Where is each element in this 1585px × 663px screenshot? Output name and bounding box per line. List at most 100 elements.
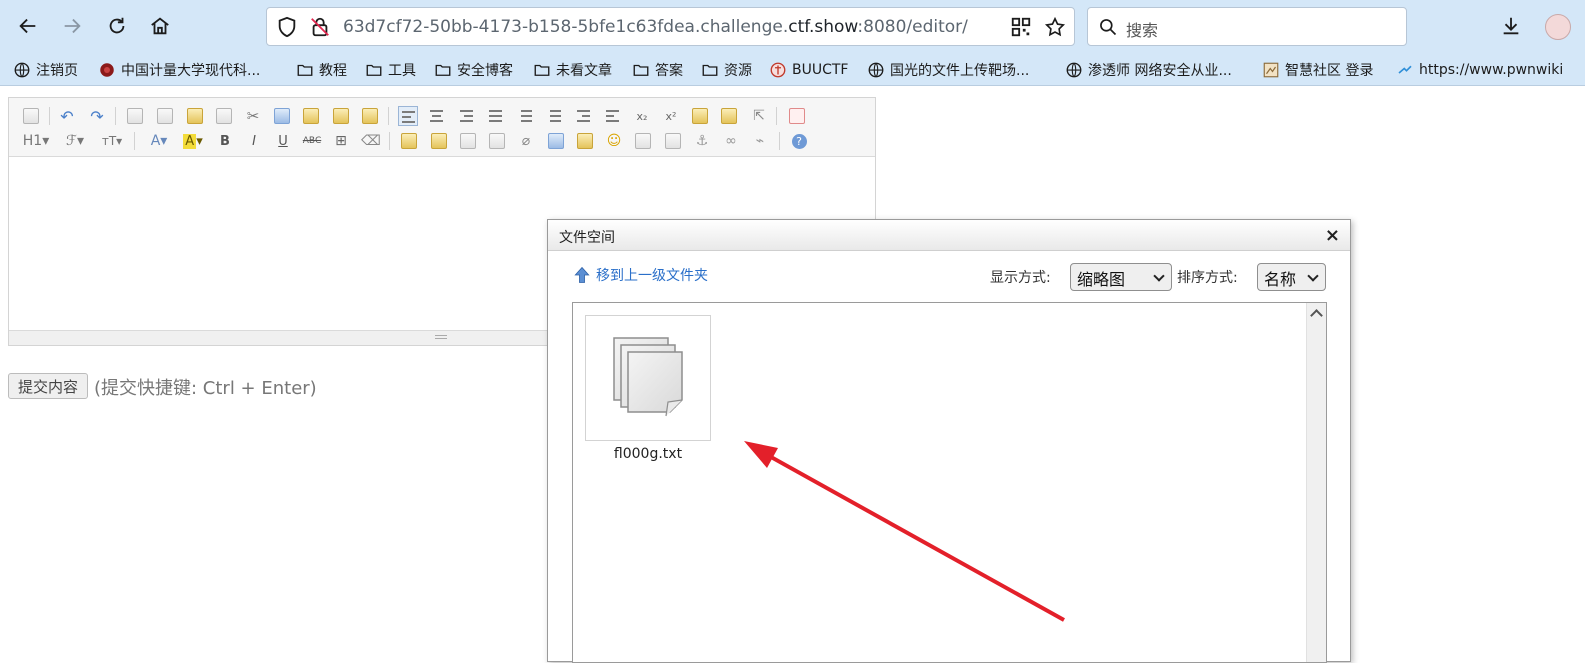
- heading-dropdown[interactable]: H1 ▾: [21, 131, 51, 151]
- reload-button[interactable]: [99, 8, 135, 44]
- border-icon[interactable]: ⊞: [331, 131, 351, 151]
- strikethrough-icon[interactable]: ABC: [302, 131, 322, 151]
- bookmark-item[interactable]: 未看文章: [533, 60, 612, 80]
- redo-icon[interactable]: ↷: [87, 106, 107, 126]
- bookmark-label: 安全博客: [457, 63, 513, 79]
- outdent-icon[interactable]: [603, 106, 623, 126]
- undo-icon[interactable]: ↶: [57, 106, 77, 126]
- bookmark-item[interactable]: 国光的文件上传靶场...: [867, 60, 1029, 80]
- fullscreen-icon[interactable]: [787, 106, 807, 126]
- bookmark-item[interactable]: BUUCTF: [769, 60, 848, 80]
- print-icon[interactable]: [155, 106, 175, 126]
- back-arrow-icon: [19, 18, 36, 34]
- emoji-icon[interactable]: ☺: [604, 131, 624, 151]
- reload-icon: [109, 17, 125, 34]
- sort-mode-select[interactable]: 名称: [1257, 263, 1326, 291]
- copy-icon[interactable]: [272, 106, 292, 126]
- up-folder-link[interactable]: 移到上一级文件夹: [572, 265, 708, 285]
- eraser-icon[interactable]: ⌫: [361, 131, 381, 151]
- font-size-icon[interactable]: тT▾: [97, 131, 127, 151]
- horizontal-rule-icon[interactable]: [575, 131, 595, 151]
- font-family-icon[interactable]: ℱ▾: [61, 131, 89, 151]
- file-thumbnail[interactable]: [585, 315, 711, 441]
- bookmarks-bar: 注销页 中国计量大学现代科... 教程 工具 安全博客 未看文章 答案 资源 B…: [0, 54, 1585, 86]
- heading-label: H1: [22, 133, 43, 149]
- page-break-icon[interactable]: [663, 131, 683, 151]
- insecure-lock-icon[interactable]: [309, 16, 331, 38]
- bookmark-item[interactable]: 安全博客: [434, 60, 513, 80]
- insert-image-icon[interactable]: [399, 131, 419, 151]
- bookmark-item[interactable]: 智慧社区 登录: [1262, 60, 1373, 80]
- paste-icon[interactable]: [301, 106, 321, 126]
- bookmark-item[interactable]: 注销页: [13, 60, 78, 80]
- template-icon[interactable]: [185, 106, 205, 126]
- subscript-icon[interactable]: x₂: [632, 106, 652, 126]
- source-code-icon[interactable]: [21, 106, 41, 126]
- url-host: ctf.show: [788, 17, 858, 37]
- url-text[interactable]: 63d7cf72-50bb-4173-b158-5bfe1c63fdea.cha…: [343, 17, 968, 37]
- bookmark-item[interactable]: 中国计量大学现代科...: [98, 60, 260, 80]
- paste-text-icon[interactable]: [331, 106, 351, 126]
- clear-format-icon[interactable]: [690, 106, 710, 126]
- font-color-icon[interactable]: A▾: [145, 131, 173, 151]
- folder-icon: [435, 64, 451, 76]
- bookmark-item[interactable]: 工具: [365, 60, 416, 80]
- attachment-icon[interactable]: ⌀: [516, 131, 536, 151]
- ordered-list-icon[interactable]: [515, 106, 535, 126]
- table-icon[interactable]: [546, 131, 566, 151]
- bookmark-item[interactable]: 教程: [296, 60, 347, 80]
- paste-word-icon[interactable]: [360, 106, 380, 126]
- search-bar[interactable]: 搜索: [1087, 7, 1407, 46]
- bookmark-item[interactable]: 资源: [701, 60, 752, 80]
- highlight-color-icon[interactable]: A ▾: [179, 131, 207, 151]
- view-mode-select[interactable]: 缩略图: [1070, 263, 1172, 291]
- bookmark-label: 渗透师 网络安全从业...: [1088, 63, 1232, 79]
- help-icon[interactable]: ?: [789, 131, 809, 151]
- forward-button[interactable]: [54, 8, 90, 44]
- unlink-icon[interactable]: ⌁: [750, 131, 770, 151]
- align-right-icon[interactable]: [457, 106, 477, 126]
- indent-icon[interactable]: [574, 106, 594, 126]
- underline-icon[interactable]: U: [273, 131, 293, 151]
- url-suffix: :8080/editor/: [857, 17, 968, 37]
- cut-icon[interactable]: ✂: [243, 106, 263, 126]
- file-list-scrollbar[interactable]: [1306, 303, 1326, 662]
- insert-map-icon[interactable]: [633, 131, 653, 151]
- align-left-icon[interactable]: [398, 106, 418, 126]
- downloads-button[interactable]: [1493, 8, 1529, 44]
- up-folder-label: 移到上一级文件夹: [596, 268, 708, 284]
- italic-icon[interactable]: I: [244, 131, 264, 151]
- multi-image-icon[interactable]: [429, 131, 449, 151]
- home-button[interactable]: [142, 8, 178, 44]
- bookmark-star-icon[interactable]: [1044, 16, 1066, 38]
- bookmark-item[interactable]: 答案: [632, 60, 683, 80]
- address-bar[interactable]: 63d7cf72-50bb-4173-b158-5bfe1c63fdea.cha…: [266, 7, 1075, 46]
- bookmark-label: 资源: [724, 63, 752, 79]
- dialog-titlebar[interactable]: 文件空间 ×: [548, 220, 1350, 251]
- search-icon: [1100, 19, 1117, 36]
- superscript-icon[interactable]: x²: [661, 106, 681, 126]
- anchor-icon[interactable]: ⚓: [692, 131, 712, 151]
- media-icon[interactable]: [487, 131, 507, 151]
- justify-icon[interactable]: [486, 106, 506, 126]
- bookmark-item[interactable]: 渗透师 网络安全从业...: [1065, 60, 1232, 80]
- back-button[interactable]: [10, 8, 46, 44]
- align-center-icon[interactable]: [427, 106, 447, 126]
- link-icon[interactable]: ∞: [721, 131, 741, 151]
- format-painter-icon[interactable]: [719, 106, 739, 126]
- file-name[interactable]: fl000g.txt: [585, 446, 711, 462]
- flash-icon[interactable]: [458, 131, 478, 151]
- folder-icon: [633, 64, 649, 76]
- scroll-up-arrow-icon[interactable]: [1310, 309, 1323, 322]
- preview-icon[interactable]: [125, 106, 145, 126]
- shield-icon[interactable]: [276, 16, 298, 38]
- close-icon[interactable]: ×: [1325, 225, 1340, 246]
- account-avatar-icon[interactable]: [1545, 14, 1571, 40]
- submit-content-button[interactable]: 提交内容: [8, 373, 88, 399]
- bookmark-item[interactable]: https://www.pwnwiki: [1396, 60, 1563, 80]
- bold-icon[interactable]: B: [215, 131, 235, 151]
- code-block-icon[interactable]: [214, 106, 234, 126]
- qr-code-icon[interactable]: [1010, 16, 1032, 38]
- select-all-icon[interactable]: ⇱: [749, 106, 769, 126]
- unordered-list-icon[interactable]: [544, 106, 564, 126]
